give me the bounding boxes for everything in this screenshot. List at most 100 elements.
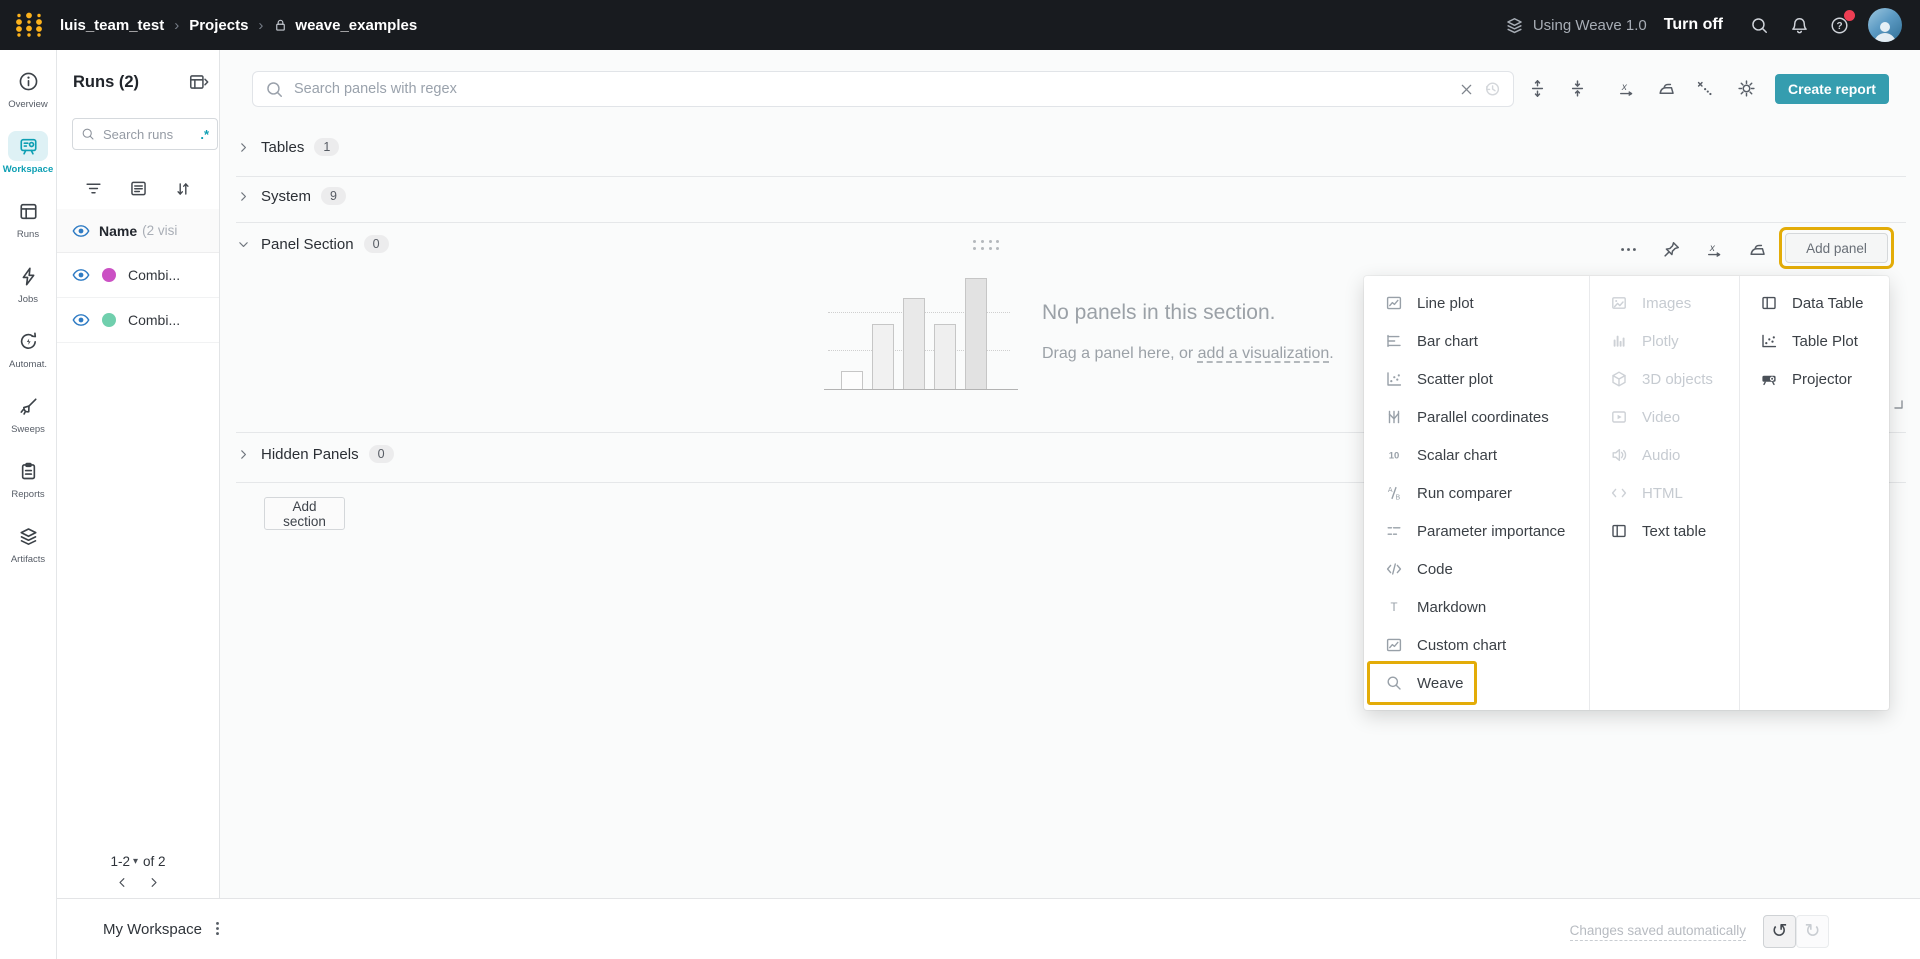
runs-list: Combi...Combi... — [57, 253, 219, 343]
menu-item-markdown[interactable]: TMarkdown — [1364, 588, 1589, 626]
menu-item-data-table[interactable]: Data Table — [1739, 284, 1889, 322]
workspace-menu-kebab-icon[interactable] — [209, 920, 226, 937]
menu-item-text-table[interactable]: Text table — [1589, 512, 1739, 550]
panel-search-input[interactable] — [292, 80, 1450, 98]
visibility-eye-icon[interactable] — [72, 311, 90, 329]
iron-smoothing-icon — [1657, 79, 1676, 98]
filter-icon[interactable] — [84, 179, 103, 198]
sidebar-item-overview[interactable]: Overview — [0, 66, 57, 131]
placeholder-bar — [903, 298, 925, 389]
create-report-button[interactable]: Create report — [1775, 74, 1889, 104]
breadcrumb-projects[interactable]: Projects — [189, 17, 248, 34]
sidebar-item-label: Runs — [17, 229, 39, 240]
expand-panels-button[interactable] — [1524, 75, 1550, 101]
iron-smoothing-icon — [1748, 240, 1767, 259]
avatar[interactable] — [1868, 8, 1902, 42]
workspace-icon — [18, 136, 39, 157]
menu-item-label: Projector — [1792, 371, 1852, 388]
menu-item-parameter-importance[interactable]: Parameter importance — [1364, 512, 1589, 550]
workspace-name-label: My Workspace — [103, 921, 202, 938]
sidebar-item-artifacts[interactable]: Artifacts — [0, 521, 57, 586]
breadcrumb-team[interactable]: luis_team_test — [60, 17, 164, 34]
menu-item-label: Images — [1642, 295, 1691, 312]
menu-item-scatter-plot[interactable]: Scatter plot — [1364, 360, 1589, 398]
wandb-logo-icon[interactable] — [14, 12, 44, 38]
section-smoothing-button[interactable] — [1744, 236, 1770, 262]
visibility-eye-icon[interactable] — [72, 266, 90, 284]
menu-item-custom-chart[interactable]: Custom chart — [1364, 626, 1589, 664]
section-panel-section[interactable]: Panel Section 0 — [236, 235, 389, 253]
menu-item-label: Markdown — [1417, 599, 1486, 616]
clear-search-icon[interactable] — [1458, 81, 1475, 98]
group-settings-icon[interactable] — [129, 179, 148, 198]
sidebar-item-reports[interactable]: Reports — [0, 456, 57, 521]
outliers-button[interactable] — [1691, 75, 1717, 101]
add-panel-menu: Line plot Bar chart Scatter plotParallel c… — [1364, 276, 1889, 710]
menu-item-3d-objects: 3D objects — [1589, 360, 1739, 398]
smoothing-button[interactable] — [1653, 75, 1679, 101]
menu-item-code[interactable]: Code — [1364, 550, 1589, 588]
turn-off-button[interactable]: Turn off — [1664, 16, 1723, 34]
caret-down-icon: ▾ — [133, 856, 138, 867]
notifications-bell-icon[interactable] — [1788, 14, 1811, 37]
breadcrumb-project[interactable]: weave_examples — [295, 17, 417, 34]
menu-item-line-plot[interactable]: Line plot — [1364, 284, 1589, 322]
menu-item-scalar-chart[interactable]: 10Scalar chart — [1364, 436, 1589, 474]
collapse-panels-button[interactable] — [1564, 75, 1590, 101]
workspace-settings-button[interactable] — [1733, 75, 1759, 101]
sidebar-item-sweeps[interactable]: Sweeps — [0, 391, 57, 456]
add-section-button[interactable]: Add section — [264, 497, 345, 530]
x-axis-settings-button[interactable]: x — [1613, 75, 1639, 101]
sidebar-item-runs[interactable]: Runs — [0, 196, 57, 261]
lock-icon — [273, 18, 288, 33]
projector-icon — [1760, 370, 1778, 388]
top-navbar: luis_team_test › Projects › weave_exampl… — [0, 0, 1920, 50]
menu-item-html: HTML — [1589, 474, 1739, 512]
add-panel-button[interactable]: Add panel — [1785, 233, 1888, 263]
run-row[interactable]: Combi... — [57, 298, 219, 343]
section-hidden-panels[interactable]: Hidden Panels 0 — [236, 445, 394, 463]
next-page-button[interactable] — [146, 875, 161, 890]
run-row[interactable]: Combi... — [57, 253, 219, 298]
page-range-selector[interactable]: 1-2▾ — [110, 854, 138, 869]
add-visualization-link[interactable]: add a visualization — [1198, 345, 1330, 362]
menu-item-parallel-coordinates[interactable]: Parallel coordinates — [1364, 398, 1589, 436]
sort-icon[interactable] — [174, 180, 192, 198]
sidebar-item-workspace[interactable]: Workspace — [0, 131, 57, 196]
section-tables[interactable]: Tables 1 — [236, 138, 339, 156]
menu-column-media: ImagesPlotly3D objectsVideoAudioHTMLText… — [1589, 284, 1739, 550]
expand-vertical-icon — [1528, 79, 1547, 98]
reports-icon — [18, 461, 39, 482]
runs-search-input[interactable] — [101, 126, 185, 143]
prev-page-button[interactable] — [115, 875, 130, 890]
help-icon[interactable]: ? — [1828, 14, 1851, 37]
menu-item-weave[interactable]: Weave — [1364, 664, 1589, 702]
section-more-button[interactable] — [1615, 236, 1641, 262]
placeholder-bar — [872, 324, 894, 389]
automations-icon — [18, 331, 39, 352]
menu-item-label: Bar chart — [1417, 333, 1478, 350]
sidebar-item-jobs[interactable]: Jobs — [0, 261, 57, 326]
runs-search-box: .* — [72, 118, 218, 150]
menu-item-projector[interactable]: Projector — [1739, 360, 1889, 398]
menu-item-bar-chart[interactable]: Bar chart — [1364, 322, 1589, 360]
menu-item-run-comparer[interactable]: ABRun comparer — [1364, 474, 1589, 512]
divider — [236, 222, 1906, 223]
visible-count-label: (2 visi — [142, 223, 177, 238]
tableplot-icon — [1760, 332, 1778, 350]
panel-resize-handle[interactable] — [1892, 398, 1905, 411]
section-x-axis-button[interactable]: x — [1701, 236, 1727, 262]
section-pin-button[interactable] — [1658, 236, 1684, 262]
sidebar-item-automat[interactable]: Automat. — [0, 326, 57, 391]
add-panel-highlight: Add panel — [1779, 227, 1894, 269]
section-system[interactable]: System 9 — [236, 187, 346, 205]
global-search-icon[interactable] — [1748, 14, 1771, 37]
objects3d-icon — [1610, 370, 1628, 388]
regex-toggle[interactable]: .* — [200, 127, 209, 142]
barchart-icon — [1385, 332, 1403, 350]
visibility-eye-icon[interactable] — [72, 222, 90, 240]
undo-button[interactable]: ↺ — [1763, 915, 1796, 948]
sweeps-icon — [18, 396, 39, 417]
expand-runs-table-icon[interactable] — [188, 72, 209, 92]
menu-item-table-plot[interactable]: Table Plot — [1739, 322, 1889, 360]
